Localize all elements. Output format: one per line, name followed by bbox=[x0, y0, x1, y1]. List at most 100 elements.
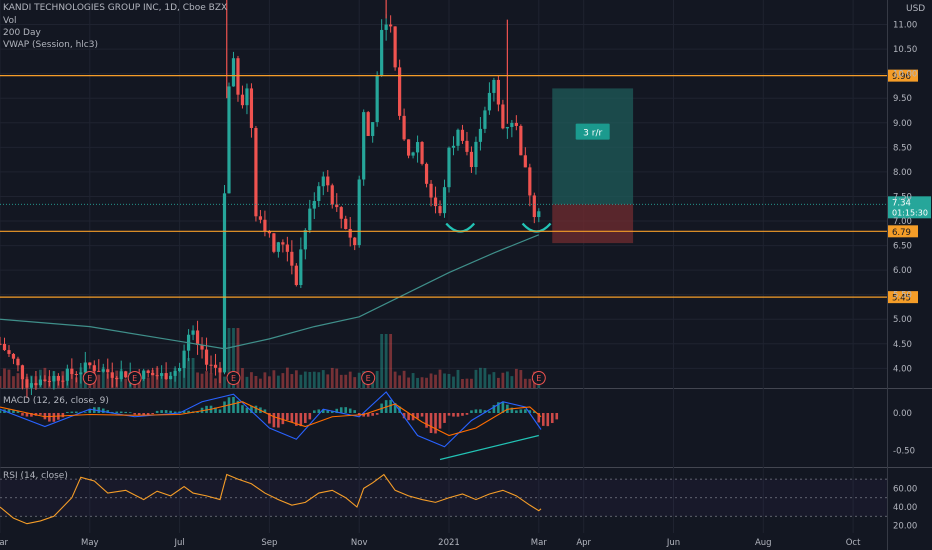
candle-body bbox=[20, 365, 25, 380]
candle-body bbox=[442, 187, 447, 214]
volume-bar bbox=[398, 375, 402, 388]
macd-histogram-bar bbox=[308, 413, 312, 420]
candle-body bbox=[151, 372, 155, 376]
volume-bar bbox=[510, 376, 514, 388]
volume-bar bbox=[434, 374, 437, 388]
macd-histogram-bar bbox=[344, 407, 348, 413]
volume-bar bbox=[514, 368, 518, 388]
volume-bar bbox=[389, 334, 393, 388]
volume-bar bbox=[357, 372, 361, 388]
macd-histogram-bar bbox=[371, 413, 374, 416]
candle-body bbox=[106, 369, 110, 373]
candle-body bbox=[222, 193, 227, 373]
macd-histogram-bar bbox=[434, 413, 437, 434]
price-tick-label: 8.00 bbox=[893, 168, 912, 178]
volume-bar bbox=[259, 378, 262, 388]
profit-zone[interactable] bbox=[552, 88, 634, 205]
macd-histogram-bar bbox=[164, 410, 168, 413]
volume-bar bbox=[528, 378, 532, 388]
volume-bar bbox=[303, 371, 307, 388]
candle-body bbox=[43, 379, 47, 381]
study-200-day[interactable]: 200 Day bbox=[3, 28, 41, 39]
volume-bar bbox=[263, 372, 267, 388]
candle-body bbox=[124, 371, 128, 378]
ratio-label: 3 r/r bbox=[583, 129, 602, 139]
rsi-tick-label: 20.00 bbox=[893, 522, 917, 532]
candle-body bbox=[263, 219, 267, 232]
time-tick-label: Apr bbox=[576, 538, 591, 548]
volume-bar bbox=[187, 358, 190, 388]
candle-body bbox=[119, 371, 123, 380]
volume-bar bbox=[380, 334, 384, 388]
volume-bar bbox=[479, 367, 482, 388]
candle-body bbox=[371, 122, 375, 136]
price-tick-label: 7.50 bbox=[893, 192, 912, 202]
time-tick-label: Mar bbox=[531, 538, 548, 548]
candle-body bbox=[178, 368, 182, 371]
volume-bar bbox=[411, 373, 415, 388]
candle-body bbox=[164, 373, 168, 380]
candle-body bbox=[160, 373, 164, 376]
macd-histogram-bar bbox=[39, 413, 42, 415]
macd-histogram-bar bbox=[160, 410, 163, 413]
volume-bar bbox=[452, 376, 455, 388]
time-axis[interactable]: Mar May Jul Sep Nov 2021 Mar Apr Jun Aug Oct bbox=[0, 538, 861, 548]
price-tick-label: 5.00 bbox=[893, 315, 912, 325]
macd-histogram-bar bbox=[488, 411, 491, 413]
volume-bar bbox=[339, 374, 343, 388]
volume-bar bbox=[3, 368, 6, 388]
candle-body bbox=[375, 75, 379, 123]
macd-histogram-bar bbox=[277, 413, 280, 428]
volume-bar bbox=[312, 371, 316, 388]
candle-body bbox=[474, 141, 478, 168]
candle-body bbox=[218, 367, 222, 373]
volume-bar bbox=[196, 372, 199, 388]
volume-bar bbox=[250, 372, 253, 388]
candle-body bbox=[25, 379, 29, 388]
volume-bar bbox=[505, 371, 509, 388]
macd-histogram-bar bbox=[146, 413, 150, 415]
candle-body bbox=[169, 375, 173, 380]
time-tick-label: 2021 bbox=[438, 538, 460, 548]
chart-canvas[interactable]: 3 r/r 9.966.795.457.3401:15:30 4.00 4.50 5… bbox=[0, 0, 932, 550]
macd-histogram-bar bbox=[119, 411, 123, 413]
candle-body bbox=[227, 86, 231, 194]
rsi-title[interactable]: RSI (14, close) bbox=[3, 471, 68, 482]
volume-bar bbox=[335, 368, 339, 388]
loss-zone[interactable] bbox=[552, 204, 634, 244]
candle-body bbox=[483, 110, 487, 129]
candle-body bbox=[276, 242, 280, 252]
volume-bar bbox=[420, 377, 424, 388]
macd-histogram-bar bbox=[519, 409, 523, 413]
candle-body bbox=[523, 155, 527, 168]
symbol-title[interactable]: KANDI TECHNOLOGIES GROUP INC, 1D, Cboe B… bbox=[3, 3, 227, 14]
macd-histogram-bar bbox=[0, 410, 2, 413]
volume-bar bbox=[223, 376, 226, 388]
candle-body bbox=[357, 179, 361, 246]
candle-body bbox=[303, 230, 307, 250]
price-candles bbox=[0, 0, 552, 399]
macd-divergence-line bbox=[439, 434, 539, 461]
volume-bar bbox=[124, 378, 128, 388]
candle-body bbox=[366, 112, 370, 136]
horizontal-levels[interactable]: 9.966.795.457.3401:15:30 bbox=[0, 69, 931, 304]
candle-body bbox=[420, 142, 424, 164]
macd-histogram-bar bbox=[115, 411, 119, 413]
study-vol[interactable]: Vol bbox=[3, 16, 16, 27]
candle-body bbox=[83, 362, 87, 373]
candle-body bbox=[281, 242, 285, 245]
volume-bar bbox=[461, 378, 464, 388]
price-axis[interactable]: 4.00 4.50 5.00 5.50 6.00 6.50 7.00 7.50 8.00 8.50… bbox=[893, 21, 917, 532]
candle-body bbox=[240, 94, 245, 106]
candle-body bbox=[29, 383, 34, 388]
candle-body bbox=[492, 79, 496, 93]
candle-body bbox=[406, 139, 411, 156]
study-vwap[interactable]: VWAP (Session, hlc3) bbox=[3, 40, 98, 51]
macd-histogram-bar bbox=[21, 413, 24, 416]
macd-histogram-bar bbox=[223, 401, 226, 413]
position-tool[interactable]: 3 r/r bbox=[552, 88, 634, 244]
candle-body bbox=[353, 237, 357, 246]
rsi-pane bbox=[0, 473, 887, 525]
candle-body bbox=[7, 350, 11, 354]
macd-title[interactable]: MACD (12, 26, close, 9) bbox=[3, 396, 109, 407]
